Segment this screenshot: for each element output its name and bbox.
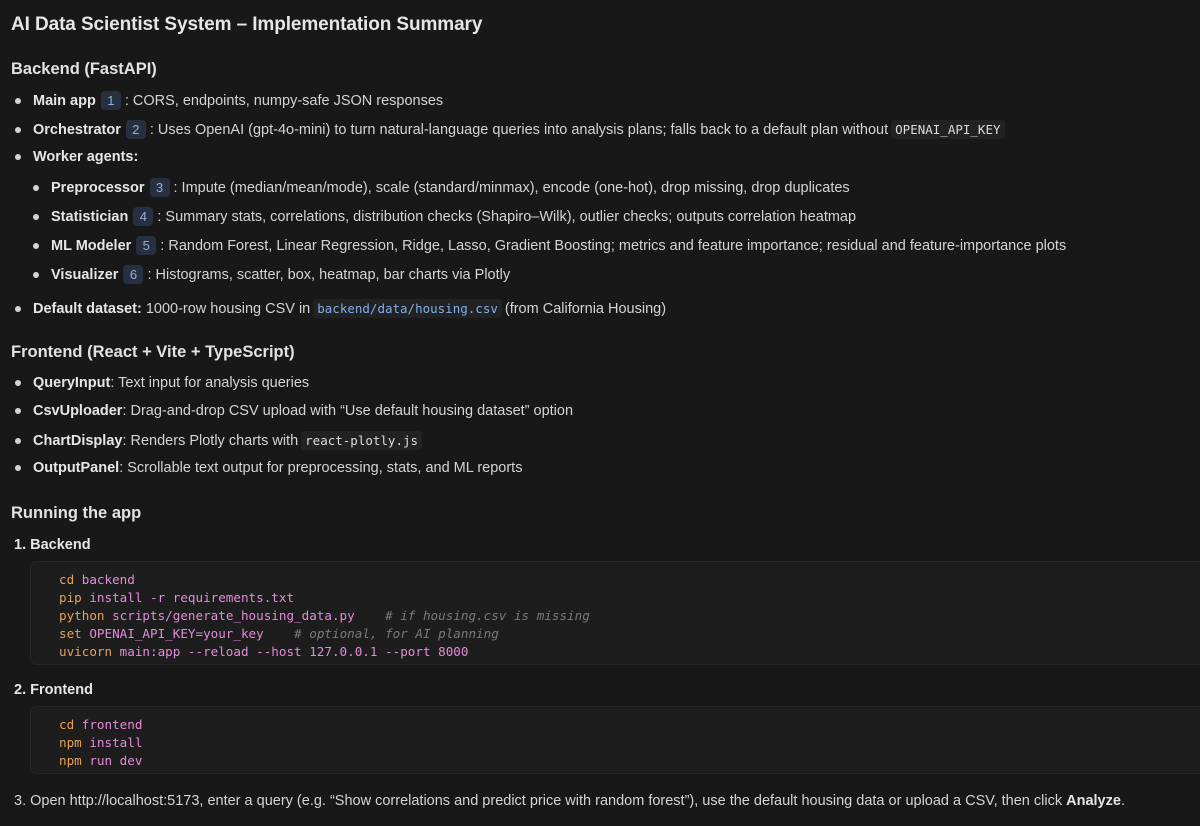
list-item-csvuploader: CsvUploader : Drag-and-drop CSV upload w…: [15, 403, 573, 419]
bullet-icon: [15, 437, 21, 444]
code-cmd: python scripts/generate_housing_data.py: [59, 608, 355, 623]
list-item-outputpanel: OutputPanel : Scrollable text output for…: [15, 460, 522, 476]
citation-badge[interactable]: 5: [136, 236, 157, 255]
bullet-icon: [15, 380, 21, 386]
bullet-icon: [15, 408, 21, 414]
list-item-orchestrator: Orchestrator 2 : Uses OpenAI (gpt-4o-min…: [15, 120, 1008, 139]
citation-badge[interactable]: 4: [133, 207, 154, 226]
list-item-chartdisplay: ChartDisplay : Renders Plotly charts wit…: [15, 431, 425, 450]
code-line: npm install: [59, 734, 1200, 752]
page-title: AI Data Scientist System – Implementatio…: [11, 14, 483, 35]
code-cmd: cd backend: [59, 572, 135, 587]
item-label: Main app: [33, 92, 96, 109]
list-item-queryinput: QueryInput : Text input for analysis que…: [15, 375, 309, 391]
inline-code-path: backend/data/housing.csv: [313, 299, 502, 318]
backend-heading: Backend (FastAPI): [11, 60, 157, 78]
code-comment: # optional, for AI planning: [294, 626, 499, 641]
citation-badge[interactable]: 6: [123, 265, 144, 284]
bullet-icon: [33, 242, 39, 249]
code-line: cd backend: [59, 571, 1200, 589]
code-line: uvicorn main:app --reload --host 127.0.0…: [59, 643, 1200, 661]
item-label: QueryInput: [33, 375, 111, 391]
citation-badge[interactable]: 1: [100, 91, 121, 110]
citation-badge[interactable]: 2: [125, 120, 146, 139]
bullet-icon: [15, 126, 21, 133]
item-text-suffix: (from California Housing): [504, 300, 667, 317]
code-line: cd frontend: [59, 716, 1200, 734]
item-text: : Impute (median/mean/mode), scale (stan…: [173, 179, 850, 196]
item-text: : Histograms, scatter, box, heatmap, bar…: [147, 266, 511, 283]
inline-code: react-plotly.js: [301, 431, 423, 450]
item-text: : Text input for analysis queries: [110, 375, 310, 391]
bullet-icon: [15, 305, 21, 312]
code-cmd: npm install: [59, 735, 143, 750]
item-text: : Summary stats, correlations, distribut…: [157, 208, 857, 225]
item-label: CsvUploader: [33, 403, 123, 419]
step-3-open: 3. Open http://localhost:5173, enter a q…: [14, 793, 1125, 809]
list-item-default-dataset: Default dataset: 1000-row housing CSV in…: [15, 299, 666, 318]
code-cmd: pip install -r requirements.txt: [59, 590, 295, 605]
bullet-icon: [33, 184, 39, 191]
item-label: ML Modeler: [51, 237, 132, 254]
frontend-heading: Frontend (React + Vite + TypeScript): [11, 343, 295, 361]
running-heading: Running the app: [11, 504, 142, 522]
step-text: 3. Open http://localhost:5173, enter a q…: [14, 793, 1063, 809]
citation-badge[interactable]: 3: [149, 178, 170, 197]
item-label: ChartDisplay: [33, 432, 123, 449]
item-label: Preprocessor: [51, 179, 145, 196]
code-line: python scripts/generate_housing_data.py …: [59, 607, 1200, 625]
item-label: OutputPanel: [33, 460, 120, 476]
sub-item-ml-modeler: ML Modeler 5 : Random Forest, Linear Reg…: [33, 236, 1066, 255]
bullet-icon: [15, 154, 21, 160]
item-label: Statistician: [51, 208, 129, 225]
bullet-icon: [33, 213, 39, 220]
bullet-icon: [33, 271, 39, 278]
code-cmd: uvicorn main:app --reload --host 127.0.0…: [59, 644, 469, 659]
item-text: : Random Forest, Linear Regression, Ridg…: [160, 237, 1067, 254]
code-cmd: npm run dev: [59, 753, 143, 768]
sub-item-statistician: Statistician 4 : Summary stats, correlat…: [33, 207, 856, 226]
inline-code: OPENAI_API_KEY: [891, 120, 1005, 139]
step-1-backend: 1. Backend: [14, 537, 91, 553]
code-line: pip install -r requirements.txt: [59, 589, 1200, 607]
code-comment: # if housing.csv is missing: [385, 608, 590, 623]
backend-code-block[interactable]: cd backend pip install -r requirements.tx…: [30, 561, 1200, 665]
list-item-main-app: Main app 1 : CORS, endpoints, numpy-safe…: [15, 91, 443, 110]
code-line: set OPENAI_API_KEY=your_key # optional, …: [59, 625, 1200, 643]
item-text: : Drag-and-drop CSV upload with “Use def…: [122, 403, 574, 419]
list-item-worker-agents: Worker agents:: [15, 149, 138, 165]
code-cmd: cd frontend: [59, 717, 143, 732]
item-text: 1000-row housing CSV in: [145, 300, 311, 317]
code-line: npm run dev: [59, 752, 1200, 770]
summary-page: AI Data Scientist System – Implementatio…: [0, 0, 1200, 826]
bullet-icon: [15, 97, 21, 104]
item-text: : CORS, endpoints, numpy-safe JSON respo…: [124, 92, 444, 109]
step-end: .: [1120, 793, 1125, 809]
step-2-frontend: 2. Frontend: [14, 682, 93, 698]
bullet-icon: [15, 465, 21, 471]
analyze-label: Analyze: [1066, 793, 1121, 809]
sub-item-visualizer: Visualizer 6 : Histograms, scatter, box,…: [33, 265, 510, 284]
item-label: Default dataset:: [33, 300, 142, 317]
item-label: Worker agents:: [33, 149, 139, 165]
item-text: : Scrollable text output for preprocessi…: [119, 460, 523, 476]
sub-item-preprocessor: Preprocessor 3 : Impute (median/mean/mod…: [33, 178, 850, 197]
code-cmd: set OPENAI_API_KEY=your_key: [59, 626, 264, 641]
item-label: Orchestrator: [33, 121, 121, 138]
item-text: : Uses OpenAI (gpt-4o-mini) to turn natu…: [149, 121, 889, 138]
item-text: : Renders Plotly charts with: [122, 432, 299, 449]
item-label: Visualizer: [51, 266, 119, 283]
frontend-code-block[interactable]: cd frontend npm install npm run dev: [30, 706, 1200, 774]
